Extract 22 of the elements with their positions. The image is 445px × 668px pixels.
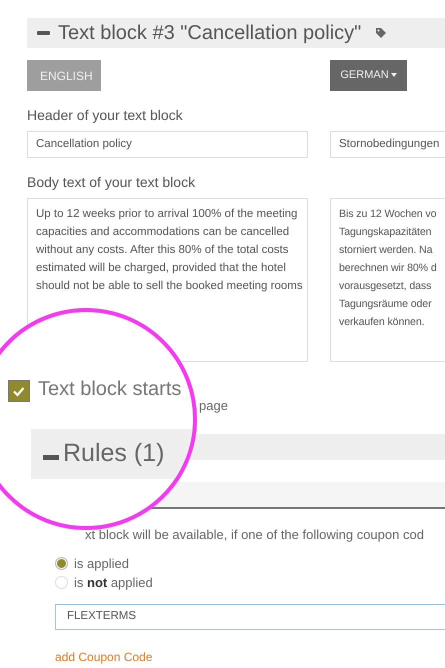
language-dropdown[interactable]: GERMAN — [330, 60, 407, 91]
collapse-icon[interactable] — [43, 455, 59, 460]
coupon-code-field[interactable]: FLEXTERMS — [55, 604, 445, 630]
radio-label: is applied — [74, 554, 129, 573]
body-text[interactable]: Up to 12 weeks prior to arrival 100% of the meeting capacities and accommodations can be cancelled without any costs. After this 80% of the total costs estimated will be charged, provided that the hotel should not be able to sell the booked meeting rooms — [28, 198, 311, 301]
rule-description: xt block will be available, if one of the following coupon cod — [84, 526, 425, 544]
radio-label: is not applied — [74, 574, 153, 592]
text-field[interactable]: Cancellation policy — [27, 130, 308, 158]
field-label: Header of your text block — [27, 107, 184, 124]
checkbox-label: page — [199, 397, 228, 416]
radio-button[interactable] — [55, 557, 68, 570]
checkbox[interactable] — [8, 380, 30, 402]
collapse-icon[interactable] — [37, 31, 50, 35]
checkbox-label: Text block starts — [38, 377, 182, 402]
section-title: Text block #3 "Cancellation policy" — [58, 21, 362, 46]
text-field[interactable]: Stornobedingungen — [330, 130, 445, 158]
text-area[interactable]: Bis zu 12 Wochen vo Tagungskapazitäten storniert werden. Na berechnen wir 80% d vorausgesetzt, dass Tagungsräume oder verkaufen können. — [330, 198, 445, 362]
caret-icon — [390, 73, 397, 78]
tag-icon — [375, 27, 388, 39]
rules-title: Rules (1) — [63, 438, 164, 468]
field-label: Body text of your text block — [27, 174, 196, 191]
radio-button[interactable] — [55, 576, 68, 590]
